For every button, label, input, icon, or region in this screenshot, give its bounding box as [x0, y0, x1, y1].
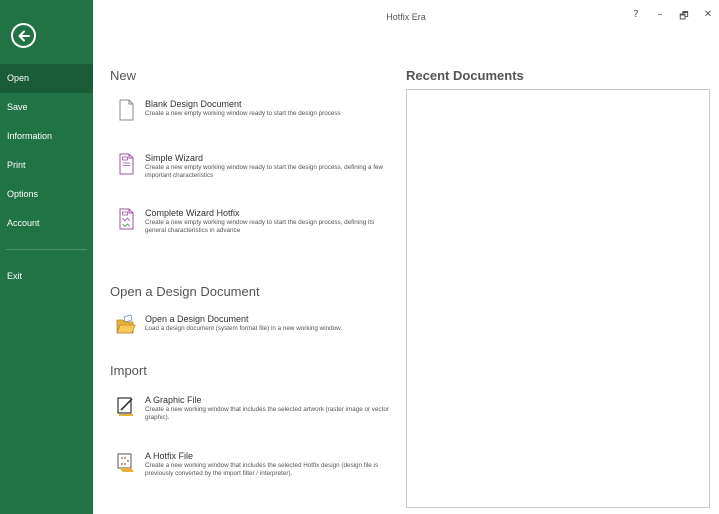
- sidebar-nav: Open Save Information Print Options Acco…: [0, 64, 93, 291]
- sidebar-item-account[interactable]: Account: [0, 209, 93, 238]
- title-bar: Hotfix Era ? – 🗗 ✕: [93, 0, 719, 36]
- backstage-sidebar: Open Save Information Print Options Acco…: [0, 0, 93, 514]
- wizard-document-icon: [119, 153, 134, 175]
- arrow-left-icon: [18, 30, 30, 41]
- recent-documents-heading: Recent Documents: [406, 68, 524, 83]
- import-hotfix-file-button[interactable]: A Hotfix File Create a new working windo…: [116, 451, 386, 491]
- graphic-file-icon: [117, 397, 133, 416]
- command-description: Create a new empty working window ready …: [145, 219, 375, 234]
- sidebar-item-save[interactable]: Save: [0, 93, 93, 122]
- command-title: Simple Wizard: [145, 153, 204, 163]
- window-controls: ? – 🗗 ✕: [631, 9, 713, 26]
- command-description: Create a new working window that include…: [145, 462, 379, 477]
- command-description: Create a new working window that include…: [145, 406, 389, 421]
- command-description: Load a design document (system format fi…: [145, 325, 343, 332]
- complete-wizard-hotfix-button[interactable]: Complete Wizard Hotfix Create a new empt…: [116, 208, 386, 248]
- command-title: Blank Design Document: [145, 99, 242, 109]
- sidebar-item-options[interactable]: Options: [0, 180, 93, 209]
- command-title: Open a Design Document: [145, 314, 249, 324]
- open-design-document-button[interactable]: Open a Design Document Load a design doc…: [116, 314, 386, 346]
- import-heading: Import: [110, 363, 147, 378]
- command-description: Create a new empty working window ready …: [145, 164, 384, 179]
- simple-wizard-button[interactable]: Simple Wizard Create a new empty working…: [116, 153, 386, 193]
- window-title: Hotfix Era: [386, 12, 426, 22]
- command-description: Create a new empty working window ready …: [145, 110, 341, 117]
- sidebar-item-information[interactable]: Information: [0, 122, 93, 151]
- blank-design-document-button[interactable]: Blank Design Document Create a new empty…: [116, 99, 386, 139]
- recent-documents-list[interactable]: [406, 89, 710, 508]
- command-title: A Graphic File: [145, 395, 202, 405]
- complete-wizard-icon: [119, 208, 134, 230]
- back-button[interactable]: [11, 23, 36, 48]
- sidebar-item-exit[interactable]: Exit: [0, 262, 93, 291]
- import-graphic-file-button[interactable]: A Graphic File Create a new working wind…: [116, 395, 389, 435]
- blank-document-icon: [119, 99, 134, 121]
- new-heading: New: [110, 68, 137, 83]
- open-heading: Open a Design Document: [110, 284, 260, 299]
- command-title: A Hotfix File: [145, 451, 194, 461]
- hotfix-file-icon: [117, 453, 134, 472]
- close-button[interactable]: ✕: [703, 9, 713, 26]
- sidebar-item-open[interactable]: Open: [0, 64, 93, 93]
- help-button[interactable]: ?: [631, 9, 641, 26]
- sidebar-divider: [6, 249, 87, 250]
- minimize-button[interactable]: –: [655, 9, 665, 26]
- open-folder-icon: [116, 314, 136, 334]
- sidebar-item-print[interactable]: Print: [0, 151, 93, 180]
- command-title: Complete Wizard Hotfix: [145, 208, 240, 218]
- restore-button[interactable]: 🗗: [679, 9, 689, 26]
